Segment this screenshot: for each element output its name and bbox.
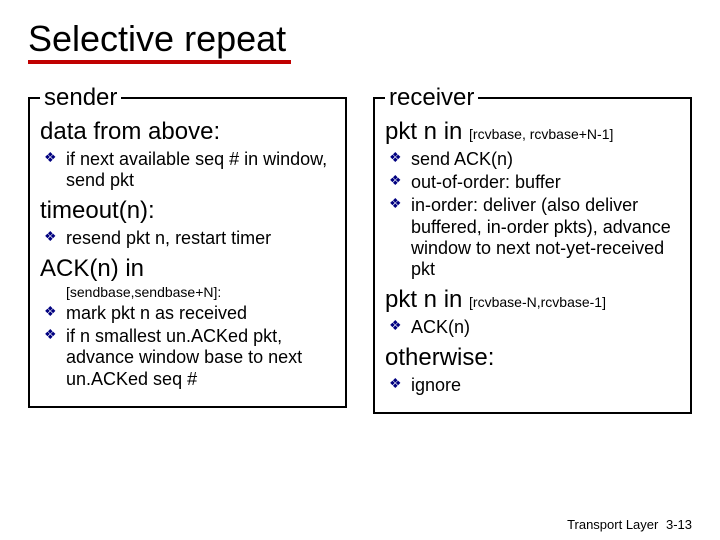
footer: Transport Layer 3-13: [567, 517, 692, 532]
sender-heading-data: data from above:: [40, 118, 335, 147]
receiver-h1-text: pkt n in: [385, 118, 469, 145]
receiver-h1-range: [rcvbase, rcvbase+N-1]: [469, 126, 613, 142]
footer-page: 3-13: [666, 517, 692, 532]
receiver-list-1: send ACK(n) out-of-order: buffer in-orde…: [385, 149, 680, 280]
footer-label: Transport Layer: [567, 517, 658, 532]
list-item: if next available seq # in window, send …: [40, 149, 335, 191]
list-item: if n smallest un.ACKed pkt, advance wind…: [40, 326, 335, 390]
sender-ack-range: [sendbase,sendbase+N]:: [40, 284, 335, 301]
list-item: resend pkt n, restart timer: [40, 228, 335, 249]
receiver-h2-range: [rcvbase-N,rcvbase-1]: [469, 294, 606, 310]
sender-column: sender data from above: if next availabl…: [28, 84, 347, 414]
receiver-box: receiver pkt n in [rcvbase, rcvbase+N-1]…: [373, 84, 692, 414]
receiver-h2-text: pkt n in: [385, 286, 469, 313]
list-item: out-of-order: buffer: [385, 172, 680, 193]
list-item: send ACK(n): [385, 149, 680, 170]
receiver-column: receiver pkt n in [rcvbase, rcvbase+N-1]…: [373, 84, 692, 414]
list-item: ignore: [385, 375, 680, 396]
list-item: ACK(n): [385, 317, 680, 338]
list-item: in-order: deliver (also deliver buffered…: [385, 195, 680, 280]
receiver-list-2: ACK(n): [385, 317, 680, 338]
sender-list-1: if next available seq # in window, send …: [40, 149, 335, 191]
receiver-legend: receiver: [385, 84, 478, 112]
receiver-heading-3: otherwise:: [385, 344, 680, 373]
list-item: mark pkt n as received: [40, 303, 335, 324]
receiver-list-3: ignore: [385, 375, 680, 396]
sender-list-3: mark pkt n as received if n smallest un.…: [40, 303, 335, 390]
sender-heading-ack: ACK(n) in: [40, 255, 335, 284]
receiver-heading-1: pkt n in [rcvbase, rcvbase+N-1]: [385, 118, 680, 147]
sender-legend: sender: [40, 84, 121, 112]
columns: sender data from above: if next availabl…: [28, 84, 692, 414]
sender-heading-timeout: timeout(n):: [40, 197, 335, 226]
slide-title: Selective repeat: [28, 18, 692, 60]
sender-box: sender data from above: if next availabl…: [28, 84, 347, 408]
sender-list-2: resend pkt n, restart timer: [40, 228, 335, 249]
receiver-heading-2: pkt n in [rcvbase-N,rcvbase-1]: [385, 286, 680, 315]
